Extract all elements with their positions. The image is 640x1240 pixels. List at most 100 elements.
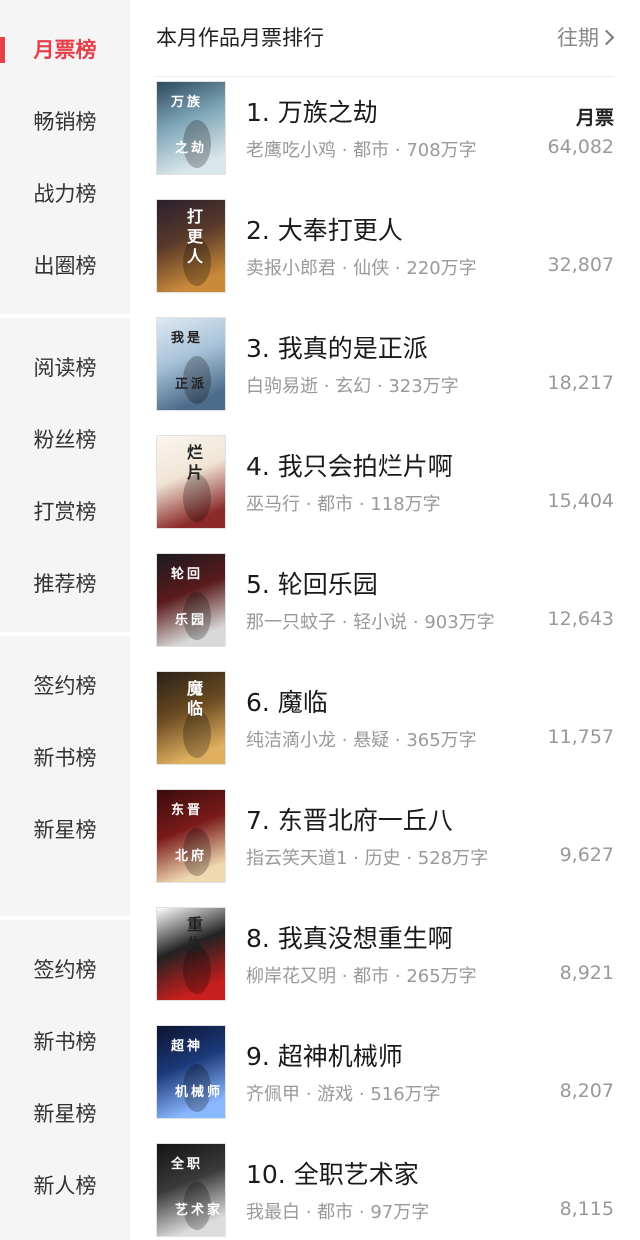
svg-text:更: 更: [187, 227, 204, 246]
svg-text:全: 全: [170, 1156, 185, 1172]
book-title[interactable]: 6. 魔临: [246, 683, 328, 719]
svg-text:魔: 魔: [187, 679, 204, 698]
svg-text:我: 我: [171, 330, 184, 346]
sidebar-item-label: 新人榜: [33, 1174, 97, 1198]
sidebar-item-breakout[interactable]: 出圈榜: [0, 236, 130, 296]
book-row[interactable]: 打更人 2. 大奉打更人 卖报小郎君 · 仙侠 · 220万字 32,807: [156, 199, 616, 317]
book-meta: 老鹰吃小鸡 · 都市 · 708万字: [246, 140, 477, 161]
book-row[interactable]: 万族之劫 1. 万族之劫 老鹰吃小鸡 · 都市 · 708万字 月票 64,082: [156, 81, 616, 199]
sidebar-item-label: 新书榜: [33, 746, 97, 770]
svg-text:之: 之: [175, 140, 188, 156]
book-cover-image[interactable]: 东晋北府: [156, 789, 226, 883]
svg-text:府: 府: [191, 848, 204, 864]
book-title[interactable]: 3. 我真的是正派: [246, 329, 428, 365]
sidebar-item-label: 新星榜: [33, 818, 97, 842]
svg-text:晋: 晋: [187, 803, 200, 818]
svg-text:师: 师: [207, 1084, 220, 1100]
svg-text:园: 园: [191, 613, 204, 628]
sidebar-item-label: 战力榜: [33, 182, 97, 206]
sidebar-item-label: 推荐榜: [33, 572, 97, 596]
svg-text:重: 重: [187, 915, 203, 934]
past-periods-link[interactable]: 往期: [557, 22, 615, 52]
sidebar-item-recommend[interactable]: 推荐榜: [0, 554, 130, 614]
sidebar-item-label: 出圈榜: [33, 254, 97, 278]
book-cover-image[interactable]: 打更人: [156, 199, 226, 293]
svg-text:轮: 轮: [171, 566, 184, 582]
svg-text:正: 正: [175, 377, 188, 392]
ranking-header: 本月作品月票排行 往期: [156, 0, 615, 77]
sidebar-item-label: 月票榜: [33, 38, 97, 62]
svg-text:打: 打: [187, 207, 203, 226]
svg-text:家: 家: [207, 1202, 221, 1218]
monthly-ticket-count: 64,082: [547, 136, 614, 158]
svg-text:族: 族: [187, 94, 201, 110]
sidebar-item-label: 打赏榜: [33, 500, 97, 524]
book-cover-image[interactable]: 轮回乐园: [156, 553, 226, 647]
sidebar-item-tips[interactable]: 打赏榜: [0, 482, 130, 542]
book-meta: 指云笑天道1 · 历史 · 528万字: [246, 848, 489, 869]
book-cover-image[interactable]: 烂片: [156, 435, 226, 529]
sidebar-item-new-stars-2[interactable]: 新星榜: [0, 1084, 130, 1144]
page-title: 本月作品月票排行: [156, 26, 324, 50]
sidebar-item-label: 阅读榜: [33, 356, 97, 380]
book-cover-image[interactable]: 超神机械师: [156, 1025, 226, 1119]
book-title[interactable]: 1. 万族之劫: [246, 93, 378, 129]
chevron-right-icon: [598, 29, 615, 46]
book-row[interactable]: 东晋北府 7. 东晋北府一丘八 指云笑天道1 · 历史 · 528万字 9,627: [156, 789, 616, 907]
ranking-sidebar: 月票榜 畅销榜 战力榜 出圈榜 阅读榜 粉丝榜 打赏榜 推荐榜 签约榜 新书榜: [0, 0, 130, 1240]
sidebar-item-new-stars[interactable]: 新星榜: [0, 800, 130, 860]
book-meta: 柳岸花又明 · 都市 · 265万字: [246, 966, 477, 987]
svg-text:艺: 艺: [175, 1202, 188, 1218]
book-row[interactable]: 全职艺术家 10. 全职艺术家我最白 · 都市 · 97万字 8,115: [156, 1143, 616, 1240]
book-title[interactable]: 10. 全职艺术家: [246, 1155, 419, 1191]
sidebar-item-reading[interactable]: 阅读榜: [0, 338, 130, 398]
book-row[interactable]: 超神机械师 9. 超神机械师 齐佩甲 · 游戏 · 516万字 8,207: [156, 1025, 616, 1143]
sidebar-item-new-books[interactable]: 新书榜: [0, 728, 130, 788]
book-title[interactable]: 8. 我真没想重生啊: [246, 919, 453, 955]
book-title[interactable]: 2. 大奉打更人: [246, 211, 403, 247]
book-row[interactable]: 轮回乐园 5. 轮回乐园那一只蚊子 · 轻小说 · 903万字 12,643: [156, 553, 616, 671]
book-cover-image[interactable]: 我是正派: [156, 317, 226, 411]
sidebar-item-new-books-2[interactable]: 新书榜: [0, 1012, 130, 1072]
monthly-ticket-count: 11,757: [547, 726, 614, 748]
sidebar-item-power[interactable]: 战力榜: [0, 164, 130, 224]
book-title[interactable]: 7. 东晋北府一丘八: [246, 801, 453, 837]
book-cover-image[interactable]: 魔临: [156, 671, 226, 765]
sidebar-item-signed[interactable]: 签约榜: [0, 656, 130, 716]
monthly-ticket-count: 15,404: [547, 490, 614, 512]
book-meta: 纯洁滴小龙 · 悬疑 · 365万字: [246, 730, 477, 751]
book-cover-image[interactable]: 万族之劫: [156, 81, 226, 175]
book-title[interactable]: 5. 轮回乐园: [246, 565, 378, 601]
monthly-ticket-count: 8,115: [559, 1198, 614, 1220]
svg-text:机: 机: [175, 1084, 188, 1100]
monthly-ticket-count: 12,643: [547, 608, 614, 630]
sidebar-item-fans[interactable]: 粉丝榜: [0, 410, 130, 470]
svg-text:术: 术: [190, 1202, 204, 1218]
book-row[interactable]: 烂片 4. 我只会拍烂片啊 巫马行 · 都市 · 118万字 15,404: [156, 435, 616, 553]
sidebar-item-label: 签约榜: [33, 674, 97, 698]
book-row[interactable]: 重生 8. 我真没想重生啊 柳岸花又明 · 都市 · 265万字 8,921: [156, 907, 616, 1025]
past-periods-label: 往期: [557, 26, 599, 50]
svg-text:是: 是: [186, 331, 201, 346]
sidebar-item-label: 签约榜: [33, 958, 97, 982]
svg-text:烂: 烂: [187, 443, 203, 462]
monthly-ticket-count: 32,807: [547, 254, 614, 276]
book-meta: 我最白 · 都市 · 97万字: [246, 1202, 430, 1223]
book-row[interactable]: 我是正派 3. 我真的是正派 白驹易逝 · 玄幻 · 323万字 18,217: [156, 317, 616, 435]
svg-text:东: 东: [171, 802, 184, 818]
book-meta: 那一只蚊子 · 轻小说 · 903万字: [246, 612, 495, 633]
monthly-ticket-count: 8,207: [559, 1080, 614, 1102]
book-cover-image[interactable]: 重生: [156, 907, 226, 1001]
sidebar-item-newcomers[interactable]: 新人榜: [0, 1156, 130, 1216]
book-cover-image[interactable]: 全职艺术家: [156, 1143, 226, 1237]
book-row[interactable]: 魔临 6. 魔临纯洁滴小龙 · 悬疑 · 365万字 11,757: [156, 671, 616, 789]
sidebar-item-label: 粉丝榜: [33, 428, 97, 452]
sidebar-item-label: 新星榜: [33, 1102, 97, 1126]
svg-text:乐: 乐: [175, 612, 188, 628]
sidebar-item-monthly-ticket[interactable]: 月票榜: [0, 20, 130, 80]
book-title[interactable]: 9. 超神机械师: [246, 1037, 403, 1073]
sidebar-item-bestseller[interactable]: 畅销榜: [0, 92, 130, 152]
sidebar-item-signed-2[interactable]: 签约榜: [0, 940, 130, 1000]
book-title[interactable]: 4. 我只会拍烂片啊: [246, 447, 453, 483]
svg-text:劫: 劫: [191, 140, 204, 156]
